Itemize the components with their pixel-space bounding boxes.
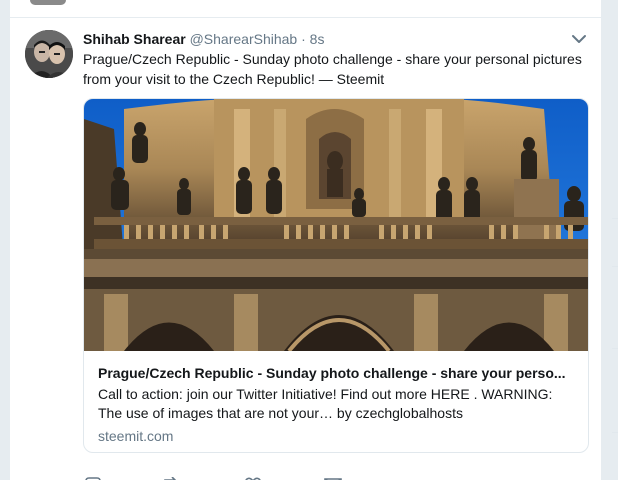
retweet-icon[interactable]	[163, 474, 183, 480]
previous-tweet[interactable]	[10, 0, 601, 18]
user-fullname[interactable]: Shihab Sharear	[83, 31, 186, 47]
envelope-icon[interactable]	[323, 474, 343, 480]
tweet-text: Prague/Czech Republic - Sunday photo cha…	[83, 51, 582, 87]
card-description: Call to action: join our Twitter Initiat…	[98, 386, 553, 421]
reply-icon[interactable]	[83, 474, 103, 480]
card-domain[interactable]: steemit.com	[98, 427, 173, 445]
previous-tweet-avatar[interactable]	[30, 0, 66, 5]
timestamp[interactable]: 8s	[310, 31, 325, 47]
chevron-down-icon[interactable]	[571, 32, 587, 44]
tweet-header: Shihab Sharear @SharearShihab · 8s	[83, 30, 324, 48]
user-handle[interactable]: @SharearShihab	[190, 31, 298, 47]
avatar[interactable]	[25, 30, 73, 78]
separator-dot: ·	[301, 31, 306, 47]
right-sidebar-edge	[612, 0, 618, 480]
link-card[interactable]: Prague/Czech Republic - Sunday photo cha…	[83, 98, 589, 453]
tweet-actions	[83, 474, 383, 480]
card-image[interactable]	[84, 99, 588, 353]
tweet[interactable]: Shihab Sharear @SharearShihab · 8s Pragu…	[10, 18, 601, 480]
heart-icon[interactable]	[243, 474, 263, 480]
card-title[interactable]: Prague/Czech Republic - Sunday photo cha…	[98, 364, 576, 382]
